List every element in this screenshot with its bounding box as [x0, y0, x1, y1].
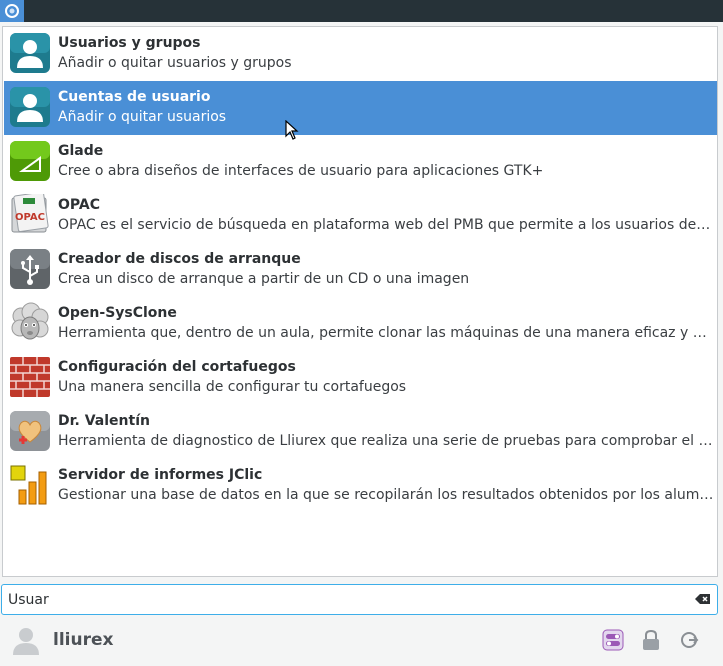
result-servidor-informes-jclic[interactable]: Servidor de informes JClic Gestionar una…: [4, 459, 717, 513]
result-description: OPAC es el servicio de búsqueda en plata…: [58, 217, 714, 233]
application-menu-button[interactable]: [0, 0, 24, 22]
lock-screen-icon[interactable]: [639, 628, 663, 652]
opac-icon: OPAC: [11, 194, 49, 233]
search-results-list: Usuarios y grupos Añadir o quitar usuari…: [2, 26, 718, 577]
taskbar: [0, 0, 723, 22]
result-configuracion-cortafuegos[interactable]: Configuración del cortafuegos Una manera…: [4, 351, 717, 405]
result-opac[interactable]: OPAC OPAC OPAC es el servicio de búsqued…: [4, 189, 717, 243]
jclic-reports-icon: [10, 465, 47, 505]
user-accounts-icon: [10, 87, 50, 127]
result-open-sysclone[interactable]: Open-SysClone Herramienta que, dentro de…: [4, 297, 717, 351]
clear-text-icon[interactable]: [695, 593, 711, 605]
leave-icon[interactable]: [677, 628, 701, 652]
result-cuentas-de-usuario[interactable]: Cuentas de usuario Añadir o quitar usuar…: [4, 81, 717, 135]
result-glade[interactable]: Glade Cree o abra diseños de interfaces …: [4, 135, 717, 189]
user-avatar-icon: [13, 628, 39, 655]
result-description: Añadir o quitar usuarios: [58, 109, 227, 125]
result-usuarios-y-grupos[interactable]: Usuarios y grupos Añadir o quitar usuari…: [4, 27, 717, 81]
svg-text:OPAC: OPAC: [15, 212, 45, 223]
result-title: Dr. Valentín: [58, 413, 150, 429]
result-description: Herramienta que, dentro de un aula, perm…: [58, 325, 714, 341]
result-title: Configuración del cortafuegos: [58, 359, 296, 375]
menu-logo-icon: [5, 4, 19, 18]
result-description: Crea un disco de arranque a partir de un…: [58, 271, 470, 287]
result-description: Herramienta de diagnostico de Lliurex qu…: [58, 433, 714, 449]
result-title: Open-SysClone: [58, 305, 177, 321]
dr-valentin-icon: [10, 411, 50, 451]
result-description: Gestionar una base de datos en la que se…: [58, 487, 714, 503]
result-description: Cree o abra diseños de interfaces de usu…: [58, 163, 544, 179]
result-title: Servidor de informes JClic: [58, 467, 263, 483]
result-description: Añadir o quitar usuarios y grupos: [58, 55, 292, 71]
search-input[interactable]: [8, 589, 678, 611]
result-title: Usuarios y grupos: [58, 35, 201, 51]
launcher-footer: lliurex: [0, 618, 723, 666]
firewall-icon: [10, 357, 50, 397]
application-launcher: Usuarios y grupos Añadir o quitar usuari…: [0, 22, 723, 666]
result-title: Cuentas de usuario: [58, 89, 211, 105]
search-bar: [1, 584, 718, 615]
username-label: lliurex: [53, 630, 114, 650]
result-title: OPAC: [58, 197, 100, 213]
glade-icon: [10, 141, 50, 181]
result-dr-valentin[interactable]: Dr. Valentín Herramienta de diagnostico …: [4, 405, 717, 459]
result-title: Glade: [58, 143, 104, 159]
mouse-pointer-icon: [285, 120, 299, 140]
usb-icon: [10, 249, 50, 289]
sheep-icon: [11, 302, 49, 340]
result-creador-discos-arranque[interactable]: Creador de discos de arranque Crea un di…: [4, 243, 717, 297]
result-title: Creador de discos de arranque: [58, 251, 301, 267]
switch-user-icon[interactable]: [601, 628, 625, 652]
result-description: Una manera sencilla de configurar tu cor…: [58, 379, 407, 395]
user-group-icon: [10, 33, 50, 73]
